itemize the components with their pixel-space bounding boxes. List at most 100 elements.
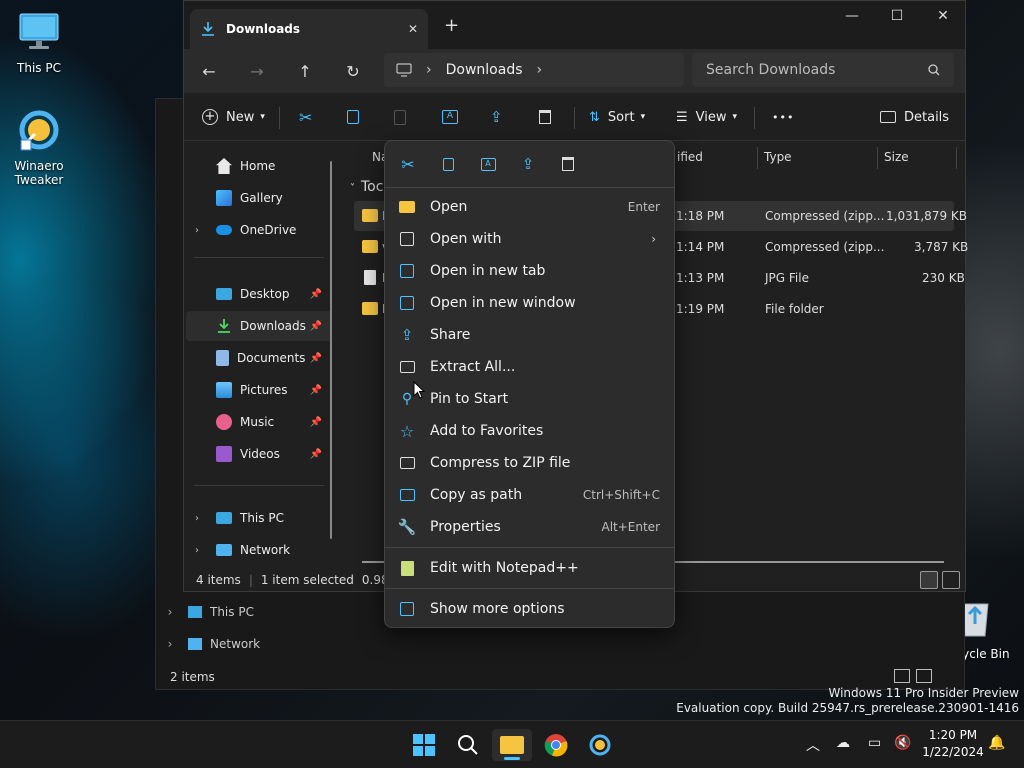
- back-button[interactable]: ←: [189, 55, 229, 87]
- desktop-icon-this-pc[interactable]: This PC: [1, 10, 77, 75]
- search-button[interactable]: [448, 729, 488, 761]
- sidebar-scrollbar[interactable]: [330, 161, 332, 539]
- more-options-button[interactable]: •••: [772, 103, 794, 131]
- rename-button[interactable]: A: [442, 103, 458, 131]
- sidebar-item-videos[interactable]: Videos 📌: [186, 439, 332, 469]
- menu-item-open[interactable]: Open Enter: [389, 192, 670, 222]
- taskbar-chrome[interactable]: [536, 729, 576, 761]
- menu-item-open-in-new-window[interactable]: Open in new window: [389, 288, 670, 318]
- new-tab-button[interactable]: +: [444, 15, 459, 36]
- sidebar-item-onedrive[interactable]: › OneDrive: [186, 215, 332, 245]
- address-box[interactable]: › Downloads ›: [384, 53, 684, 87]
- rename-icon: A: [480, 157, 496, 171]
- close-window-button[interactable]: ✕: [920, 1, 966, 31]
- menu-item-share[interactable]: ⇪ Share: [389, 320, 670, 350]
- scissors-icon: ✂: [401, 154, 415, 174]
- breadcrumb-downloads[interactable]: Downloads: [446, 62, 523, 78]
- group-header-today[interactable]: ˅ Toc: [350, 179, 383, 195]
- sidebar-item-desktop[interactable]: Desktop 📌: [186, 279, 332, 309]
- taskbar-file-explorer[interactable]: [492, 729, 532, 761]
- network-status-icon[interactable]: ▭: [868, 735, 881, 751]
- column-divider[interactable]: [757, 147, 758, 169]
- sidebar-item-documents[interactable]: Documents 📌: [186, 343, 332, 373]
- menu-label: Properties: [430, 519, 501, 535]
- column-header-type[interactable]: Type: [764, 143, 792, 171]
- details-view-button[interactable]: [920, 571, 938, 589]
- chevron-right-icon[interactable]: ›: [186, 545, 208, 556]
- column-header-modified[interactable]: ified: [677, 143, 703, 171]
- sidebar-item-pictures[interactable]: Pictures 📌: [186, 375, 332, 405]
- column-divider[interactable]: [877, 147, 878, 169]
- sidebar-item-home[interactable]: Home: [186, 151, 332, 181]
- chevron-right-icon[interactable]: ›: [186, 513, 208, 524]
- tiles-view-icon[interactable]: [916, 669, 932, 683]
- menu-item-add-to-favorites[interactable]: ☆ Add to Favorites: [389, 416, 670, 446]
- share-button[interactable]: ⇪: [490, 103, 503, 131]
- up-button[interactable]: ↑: [285, 55, 325, 87]
- details-view-icon[interactable]: [894, 669, 910, 683]
- pictures-icon: [216, 382, 232, 398]
- chevron-right-icon: ›: [651, 232, 656, 246]
- menu-item-open-with[interactable]: Open with ›: [389, 224, 670, 254]
- view-button[interactable]: ☰ View ▾: [676, 103, 737, 131]
- menu-item-pin-to-start[interactable]: ⚲ Pin to Start: [389, 384, 670, 414]
- sidebar-item-this-pc[interactable]: › This PC: [186, 503, 332, 533]
- menu-separator: [385, 187, 674, 188]
- ctx-rename-button[interactable]: A: [473, 151, 503, 177]
- sort-button[interactable]: ⇅ Sort ▾: [589, 103, 645, 131]
- search-input[interactable]: Search Downloads: [706, 62, 835, 78]
- search-box[interactable]: Search Downloads: [692, 53, 954, 87]
- back-nav-this-pc[interactable]: › This PC: [160, 597, 310, 627]
- menu-item-open-in-new-tab[interactable]: Open in new tab: [389, 256, 670, 286]
- tiles-view-button[interactable]: [942, 571, 960, 589]
- notification-bell-icon[interactable]: 🔔: [988, 735, 1005, 751]
- file-size: 1,031,879 KB: [886, 209, 967, 223]
- ctx-share-button[interactable]: ⇪: [513, 151, 543, 177]
- maximize-button[interactable]: ☐: [874, 1, 920, 31]
- menu-item-show-more-options[interactable]: Show more options: [389, 594, 670, 624]
- ctx-delete-button[interactable]: [553, 151, 583, 177]
- copy-button[interactable]: [347, 103, 359, 131]
- close-tab-icon[interactable]: ✕: [408, 22, 418, 36]
- minimize-button[interactable]: —: [829, 1, 875, 31]
- delete-button[interactable]: [539, 103, 551, 131]
- monitor-icon: [19, 13, 59, 49]
- menu-item-extract-all[interactable]: Extract All...: [389, 352, 670, 382]
- chevron-right-icon[interactable]: ›: [186, 225, 208, 236]
- tab-downloads[interactable]: Downloads ✕: [190, 9, 428, 49]
- menu-item-edit-with-notepadpp[interactable]: Edit with Notepad++: [389, 553, 670, 583]
- back-view-buttons[interactable]: [894, 669, 934, 687]
- search-icon: [458, 735, 478, 755]
- new-button[interactable]: + New ▾: [202, 103, 265, 131]
- ctx-cut-button[interactable]: ✂: [393, 151, 423, 177]
- cut-button[interactable]: ✂: [299, 103, 312, 131]
- desktop-icon-winaero-tweaker[interactable]: Winaero Tweaker: [1, 108, 77, 187]
- sidebar-item-gallery[interactable]: Gallery: [186, 183, 332, 213]
- volume-muted-icon[interactable]: 🔇: [894, 735, 911, 751]
- menu-label: Share: [430, 327, 471, 343]
- sidebar-item-downloads[interactable]: Downloads 📌: [186, 311, 332, 341]
- onedrive-offline-icon[interactable]: ☁: [836, 735, 850, 751]
- menu-item-properties[interactable]: 🔧 Properties Alt+Enter: [389, 512, 670, 542]
- paste-button[interactable]: [394, 103, 406, 131]
- column-divider[interactable]: [956, 147, 957, 169]
- chevron-down-icon: ▾: [640, 112, 646, 122]
- sidebar-label: This PC: [240, 511, 284, 525]
- menu-item-compress-to-zip[interactable]: Compress to ZIP file: [389, 448, 670, 478]
- taskbar-winaero-tweaker[interactable]: [580, 729, 620, 761]
- pin-icon: 📌: [309, 384, 322, 396]
- sidebar-item-music[interactable]: Music 📌: [186, 407, 332, 437]
- refresh-button[interactable]: ↻: [333, 55, 373, 87]
- column-header-size[interactable]: Size: [884, 143, 909, 171]
- sidebar-item-network[interactable]: › Network: [186, 535, 332, 565]
- file-type: Compressed (zipp...: [765, 240, 885, 254]
- chevron-up-icon[interactable]: ︿: [806, 735, 820, 755]
- forward-button[interactable]: →: [237, 55, 277, 87]
- document-icon: [216, 350, 229, 366]
- start-button[interactable]: [404, 729, 444, 761]
- menu-item-copy-as-path[interactable]: Copy as path Ctrl+Shift+C: [389, 480, 670, 510]
- back-nav-network[interactable]: › Network: [160, 629, 310, 659]
- ctx-copy-button[interactable]: [433, 151, 463, 177]
- taskbar-clock[interactable]: 1:20 PM 1/22/2024: [920, 727, 986, 761]
- details-pane-button[interactable]: Details: [880, 103, 949, 131]
